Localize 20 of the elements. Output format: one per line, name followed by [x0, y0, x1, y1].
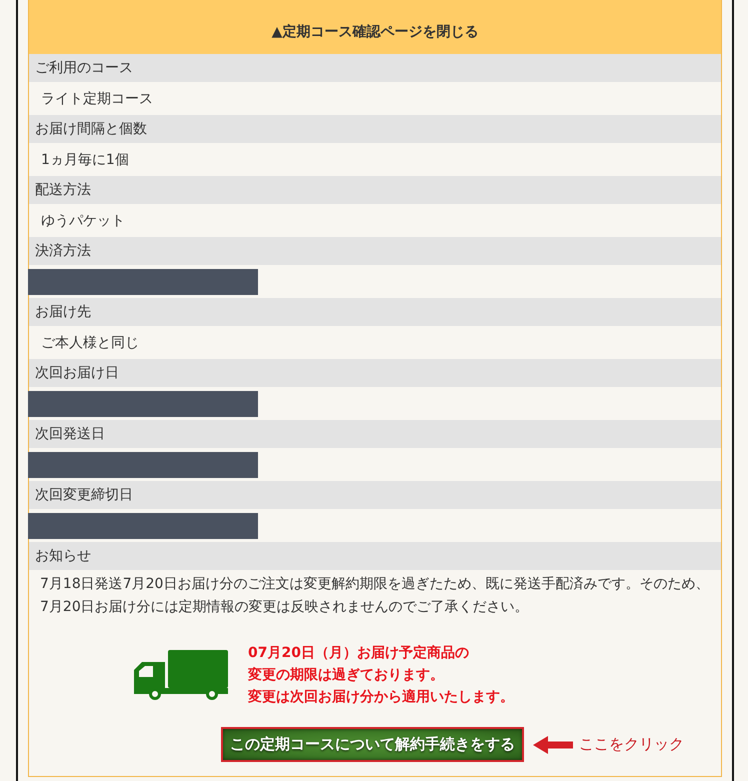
deadline-message: 07月20日（月）お届け予定商品の 変更の期限は過ぎております。 変更は次回お届け分から適用いたします。: [248, 644, 514, 707]
field-value: ご本人様と同じ: [41, 334, 139, 352]
truck-icon: [134, 650, 228, 700]
field-value: ゆうパケット: [41, 212, 125, 230]
arrow-icon: [533, 736, 573, 754]
close-toggle[interactable]: ▲定期コース確認ページを閉じる: [29, 0, 721, 54]
section-label: ご利用のコース: [29, 54, 721, 82]
section-label: 次回お届け日: [29, 359, 721, 387]
section-label: 次回発送日: [29, 420, 721, 448]
click-hint: ここをクリック: [579, 735, 684, 754]
section-label: お届け間隔と個数: [29, 115, 721, 143]
section-label: お知らせ: [29, 542, 721, 570]
section-label: 決済方法: [29, 237, 721, 265]
section-label: 次回変更締切日: [29, 481, 721, 509]
notice-text: 7月18日発送7月20日お届け分のご注文は変更解約期限を過ぎたため、既に発送手配済みです。そのため、7月20日お届け分には定期情報の変更は反映されませんのでご了承ください。: [39, 575, 710, 617]
section-label: お届け先: [29, 298, 721, 326]
section-label: 配送方法: [29, 176, 721, 204]
cancel-button[interactable]: この定期コースについて解約手続きをする: [221, 727, 524, 762]
field-value: ライト定期コース: [41, 90, 153, 108]
field-value: 1ヵ月毎に1個: [41, 150, 129, 170]
